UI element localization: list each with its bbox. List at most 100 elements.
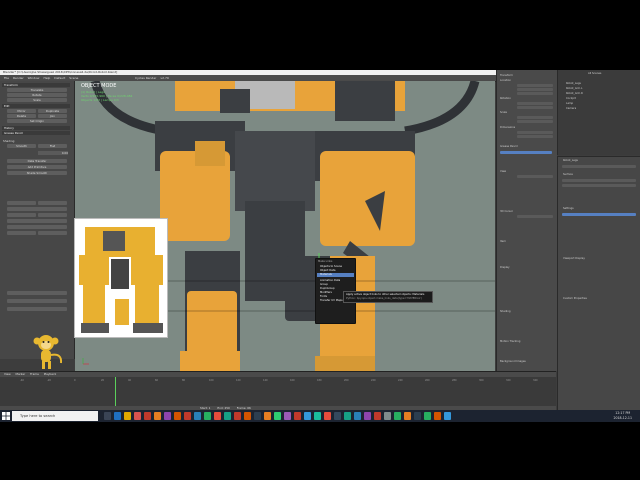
tool-button[interactable] <box>38 201 67 205</box>
panel-transform[interactable]: Transform <box>500 74 513 77</box>
layout-selector[interactable]: Default <box>54 76 65 80</box>
system-clock[interactable]: 12:17 PM 2018-12-11 <box>613 411 632 421</box>
active-layer-field[interactable] <box>500 151 552 154</box>
shade-smooth-button[interactable]: Shade Smooth <box>7 171 67 175</box>
rotation-field[interactable] <box>517 106 553 109</box>
tool-button[interactable] <box>7 291 67 295</box>
settings-field[interactable] <box>562 213 636 216</box>
tool-button[interactable] <box>7 207 67 211</box>
section-history[interactable]: History <box>2 126 70 130</box>
outliner-item[interactable]: Cockpit <box>566 97 576 100</box>
app-icon[interactable] <box>304 412 311 420</box>
section-edit[interactable]: Edit <box>2 104 70 108</box>
location-y-field[interactable] <box>517 88 553 91</box>
app-icon[interactable] <box>324 412 331 420</box>
scene-selector[interactable]: Scene <box>69 76 78 80</box>
translate-button[interactable]: Translate <box>7 88 67 92</box>
app-icon[interactable] <box>224 412 231 420</box>
menu-file[interactable]: File <box>4 76 9 80</box>
flat-button[interactable]: Flat <box>38 144 67 148</box>
app-icon[interactable] <box>284 412 291 420</box>
app-icon[interactable] <box>414 412 421 420</box>
blender-icon[interactable] <box>154 412 161 420</box>
app-icon[interactable] <box>334 412 341 420</box>
section-transform[interactable]: Transform <box>2 83 70 87</box>
outliner-item[interactable]: Camera <box>566 107 576 110</box>
app-icon[interactable] <box>374 412 381 420</box>
edge-icon[interactable] <box>114 412 121 420</box>
app-icon[interactable] <box>354 412 361 420</box>
tool-button[interactable] <box>38 231 67 235</box>
panel-3d-cursor[interactable]: 3D Cursor <box>500 210 513 213</box>
app-icon[interactable] <box>214 412 221 420</box>
app-icon[interactable] <box>344 412 351 420</box>
tool-button[interactable] <box>7 307 67 311</box>
panel-item[interactable]: Item <box>500 240 506 243</box>
app-icon[interactable] <box>164 412 171 420</box>
panel-display[interactable]: Display <box>500 266 510 269</box>
tool-button[interactable] <box>7 201 36 205</box>
app-icon[interactable] <box>364 412 371 420</box>
playhead[interactable] <box>115 377 116 406</box>
dimension-field[interactable] <box>517 135 553 138</box>
surface-field[interactable] <box>562 179 636 182</box>
taskbar-search-input[interactable]: Type here to search <box>12 411 98 421</box>
app-icon[interactable] <box>134 412 141 420</box>
surface-field[interactable] <box>562 184 636 187</box>
panel-background-images[interactable]: Background Images <box>500 360 526 363</box>
smooth-button[interactable]: Smooth <box>7 144 36 148</box>
render-engine-select[interactable]: Cycles Render <box>135 76 156 80</box>
panel-motion-tracking[interactable]: Motion Tracking <box>500 340 520 343</box>
app-icon[interactable] <box>314 412 321 420</box>
timeline-menu-frame[interactable]: Frame <box>30 372 39 376</box>
menu-item-materials[interactable]: Materials <box>317 273 354 277</box>
app-icon[interactable] <box>384 412 391 420</box>
panel-grease-pencil[interactable]: Grease Pencil <box>500 145 518 148</box>
tool-button[interactable] <box>7 231 36 235</box>
app-icon[interactable] <box>184 412 191 420</box>
scale-field[interactable] <box>517 120 553 123</box>
tool-button[interactable] <box>7 219 67 223</box>
material-slot-field[interactable] <box>562 165 636 168</box>
file-explorer-icon[interactable] <box>124 412 131 420</box>
app-icon[interactable] <box>254 412 261 420</box>
app-icon[interactable] <box>144 412 151 420</box>
app-icon[interactable] <box>234 412 241 420</box>
value-field[interactable]: 0.00 <box>38 151 68 155</box>
app-icon[interactable] <box>264 412 271 420</box>
cursor-field[interactable] <box>517 215 553 218</box>
join-button[interactable]: Join <box>38 114 67 118</box>
set-origin-button[interactable]: Set Origin <box>7 119 67 123</box>
app-icon[interactable] <box>394 412 401 420</box>
outliner-item[interactable]: Robot_Legs <box>566 82 581 85</box>
app-icon[interactable] <box>434 412 441 420</box>
tool-button[interactable] <box>38 213 67 217</box>
app-icon[interactable] <box>294 412 301 420</box>
tool-button[interactable] <box>7 225 67 229</box>
app-icon[interactable] <box>444 412 451 420</box>
outliner-item[interactable]: Robot_Arm.L <box>566 87 582 90</box>
add-primitive-button[interactable]: Add Primitive <box>7 165 67 169</box>
outliner-header[interactable]: All Scenes <box>588 72 601 75</box>
spotify-icon[interactable] <box>424 412 431 420</box>
task-view-icon[interactable] <box>104 412 111 420</box>
app-icon[interactable] <box>244 412 251 420</box>
menu-window[interactable]: Window <box>28 76 40 80</box>
menu-help[interactable]: Help <box>43 76 50 80</box>
app-icon[interactable] <box>174 412 181 420</box>
scale-field[interactable] <box>517 116 553 119</box>
app-icon[interactable] <box>194 412 201 420</box>
menu-render[interactable]: Render <box>13 76 24 80</box>
section-grease-pencil[interactable]: Grease Pencil <box>2 131 70 135</box>
app-icon[interactable] <box>404 412 411 420</box>
outliner-item[interactable]: Robot_Arm.R <box>566 92 583 95</box>
panel-viewport-display[interactable]: Viewport Display <box>563 257 585 260</box>
panel-shading[interactable]: Shading <box>500 310 511 313</box>
tool-button[interactable] <box>7 299 67 303</box>
timeline-menu-playback[interactable]: Playback <box>44 372 56 376</box>
mirror-button[interactable]: Mirror <box>7 109 36 113</box>
panel-settings[interactable]: Settings <box>563 207 574 210</box>
data-transfer-button[interactable]: Data Transfer <box>7 159 67 163</box>
view-field[interactable] <box>517 175 553 178</box>
duplicate-button[interactable]: Duplicate <box>38 109 67 113</box>
